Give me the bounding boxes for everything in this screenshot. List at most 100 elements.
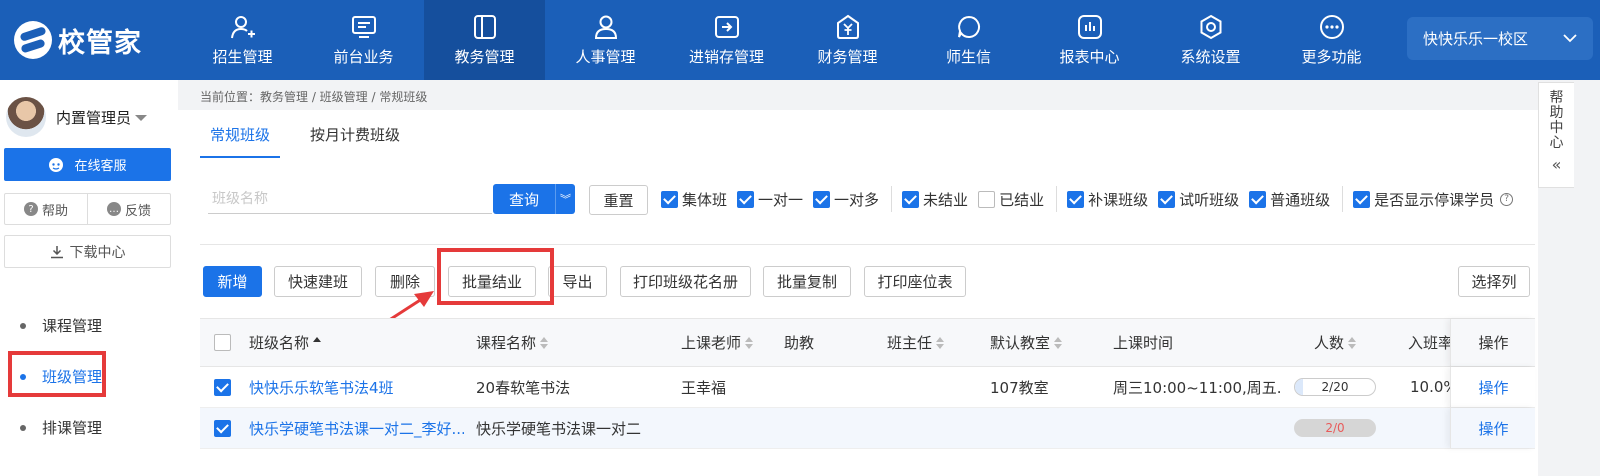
sort-icon [1348,336,1357,349]
help-center-label: 帮助中心 [1549,90,1564,151]
batch-copy-button[interactable]: 批量复制 [763,266,851,297]
filter-checkbox-5[interactable]: 补课班级 [1067,189,1148,210]
class-table: 班级名称 课程名称 上课老师 助教 班主任 默认教室 上课时间 人数 入班率 操… [200,318,1535,449]
nav-item-2[interactable]: 教务管理 [424,0,545,80]
header-course-name[interactable]: 课程名称 [476,319,549,366]
online-service-label: 在线客服 [74,159,127,174]
tab-1[interactable]: 按月计费班级 [300,112,410,158]
course-name: 快乐学硬笔书法课一对二 [476,419,642,438]
nav-item-label: 更多功能 [1301,47,1362,66]
print-seating-button[interactable]: 打印座位表 [864,266,966,297]
filter-checkbox-4[interactable]: 已结业 [978,189,1044,210]
double-chevron-down-icon: ︾ [560,193,571,206]
campus-selector[interactable]: 快快乐乐一校区 [1407,17,1593,60]
annotation-box-sidebar [8,351,106,397]
help-button[interactable]: ? 帮助 [5,194,88,224]
checkbox-label: 补课班级 [1088,190,1149,209]
class-name-link[interactable]: 快乐学硬笔书法课一对二_李好... [249,408,464,448]
checkbox-icon [661,190,678,208]
add-button[interactable]: 新增 [203,266,262,297]
action-cell: 操作 [1450,408,1535,448]
top-navigation-bar: 校管家 招生管理 前台业务 教务管理 人事管理 进销存管理 财务管理 师生信 报表中心 系统设置… [0,0,1600,80]
tab-0[interactable]: 常规班级 [200,112,281,158]
header-count[interactable]: 人数 [1314,319,1357,366]
checkbox-label: 已结业 [999,190,1045,209]
print-roster-button[interactable]: 打印班级花名册 [620,266,751,297]
query-dropdown-toggle[interactable]: ︾ [555,184,575,214]
nav-item-7[interactable]: 报表中心 [1029,0,1150,80]
help-center-tab[interactable]: 帮助中心 « [1538,82,1574,188]
checkbox-label: 普通班级 [1270,190,1331,209]
checkbox-icon [737,190,755,208]
sort-icon [1054,336,1063,349]
classroom: 107教室 [990,378,1049,397]
person-plus-icon [228,14,258,40]
bar-chart-icon [1075,14,1105,40]
class-name-link[interactable]: 快快乐乐软笔书法4班 [249,367,464,407]
filter-checkbox-2[interactable]: 一对多 [813,189,879,210]
online-service-button[interactable]: 在线客服 [4,148,171,181]
caret-down-icon [135,115,148,121]
nav-item-8[interactable]: 系统设置 [1150,0,1271,80]
select-all-checkbox[interactable] [214,319,231,366]
nav-item-label: 财务管理 [817,47,878,66]
checkbox-icon [902,190,920,208]
table-row[interactable]: 快快乐乐软笔书法4班 20春软笔书法 王幸福 107教室 周三10:00~11:00,周… [200,367,1535,408]
class-name-search-input[interactable] [208,184,492,214]
tab-bar: 常规班级 按月计费班级 [200,112,410,158]
logo[interactable]: 校管家 [14,18,142,62]
sidebar-item-2[interactable]: 排课管理 [0,402,178,453]
nav-item-5[interactable]: 财务管理 [787,0,908,80]
checkbox-label: 试听班级 [1179,190,1240,209]
header-head-teacher[interactable]: 班主任 [887,319,945,366]
nav-item-3[interactable]: 人事管理 [545,0,666,80]
sort-icon [745,336,754,349]
query-button[interactable]: 查询 ︾ [493,184,575,214]
filter-checkbox-3[interactable]: 未结业 [902,189,968,210]
checkbox-label: 一对多 [834,190,880,209]
nav-item-label: 系统设置 [1180,47,1241,66]
nav-item-0[interactable]: 招生管理 [182,0,303,80]
user-menu[interactable]: 内置管理员 [6,97,148,137]
filter-checkbox-7[interactable]: 普通班级 [1249,189,1330,210]
nav-item-4[interactable]: 进销存管理 [666,0,787,80]
schedule [1113,408,1283,448]
nav-item-label: 招生管理 [212,47,273,66]
select-columns-button[interactable]: 选择列 [1458,266,1530,297]
download-icon [50,245,63,258]
row-action-link[interactable]: 操作 [1451,367,1536,407]
feedback-label: 反馈 [124,203,151,219]
filter-checkbox-0[interactable]: 集体班 [661,189,727,210]
download-center-button[interactable]: 下载中心 [4,235,171,268]
header-class-name[interactable]: 班级名称 [249,319,322,366]
query-label: 查询 [508,190,539,209]
row-checkbox[interactable] [214,367,231,407]
count-cell: 2/0 [1294,408,1376,448]
avatar [6,97,46,137]
feedback-button[interactable]: … 反馈 [88,194,170,224]
reset-button[interactable]: 重置 [589,185,648,215]
table-body: 快快乐乐软笔书法4班 20春软笔书法 王幸福 107教室 周三10:00~11:00,周… [200,367,1535,449]
question-icon[interactable]: ? [1500,192,1514,206]
filter-checkbox-8[interactable]: 是否显示停课学员? [1353,189,1514,210]
header-classroom[interactable]: 默认教室 [990,319,1063,366]
export-button[interactable]: 导出 [548,266,607,297]
nav-item-label: 教务管理 [454,47,515,66]
table-row[interactable]: 快乐学硬笔书法课一对二_李好... 快乐学硬笔书法课一对二 2/0 操作 [200,408,1535,449]
filter-checkbox-6[interactable]: 试听班级 [1158,189,1239,210]
logo-text: 校管家 [58,27,142,59]
chat-icon [954,14,984,40]
filter-separator [1056,186,1058,212]
nav-item-6[interactable]: 师生信 [908,0,1029,80]
row-checkbox[interactable] [214,408,231,448]
filter-checkbox-1[interactable]: 一对一 [737,189,803,210]
header-schedule: 上课时间 [1113,334,1174,352]
sidebar-item-0[interactable]: 课程管理 [0,300,178,351]
header-teacher[interactable]: 上课老师 [681,319,754,366]
nav-item-1[interactable]: 前台业务 [303,0,424,80]
campus-name: 快快乐乐一校区 [1423,30,1529,48]
nav-item-9[interactable]: 更多功能 [1271,0,1392,80]
row-action-link[interactable]: 操作 [1451,408,1536,448]
divider [200,244,1535,245]
count-cell: 2/20 [1294,367,1376,407]
